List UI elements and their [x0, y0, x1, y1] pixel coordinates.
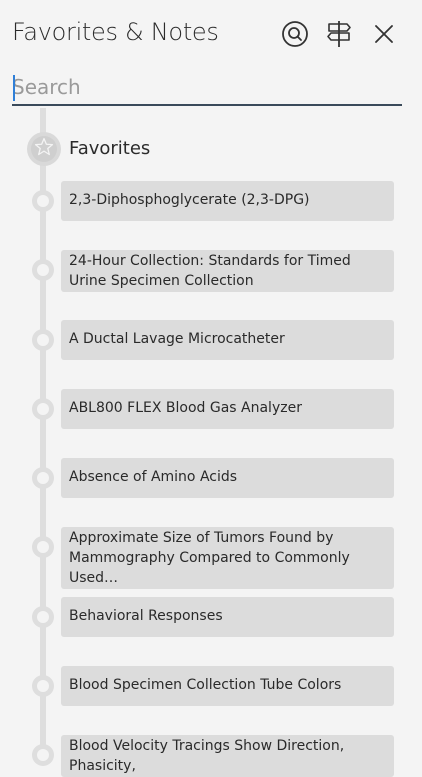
favorite-card[interactable]: Blood Velocity Tracings Show Direction, … [61, 735, 394, 777]
list-item[interactable]: 2,3-Diphosphoglycerate (2,3-DPG) [0, 181, 422, 223]
header: Favorites & Notes [0, 0, 422, 66]
favorite-card[interactable]: Approximate Size of Tumors Found by Mamm… [61, 527, 394, 589]
favorite-card[interactable]: 2,3-Diphosphoglycerate (2,3-DPG) [61, 181, 394, 221]
list-item[interactable]: Approximate Size of Tumors Found by Mamm… [0, 527, 422, 589]
list-item[interactable]: Blood Specimen Collection Tube Colors [0, 666, 422, 708]
favorite-card[interactable]: A Ductal Lavage Microcatheter [61, 320, 394, 360]
list-item[interactable]: Blood Velocity Tracings Show Direction, … [0, 735, 422, 777]
text-caret [13, 75, 15, 101]
favorite-label: Absence of Amino Acids [69, 469, 238, 485]
favorite-card[interactable]: 24-Hour Collection: Standards for Timed … [61, 250, 394, 292]
list-item[interactable]: Absence of Amino Acids [0, 458, 422, 500]
navigate-button[interactable] [322, 17, 356, 51]
search-button[interactable] [278, 17, 312, 51]
list-item[interactable]: A Ductal Lavage Microcatheter [0, 320, 422, 362]
timeline-dot [32, 398, 54, 420]
search-icon [281, 20, 309, 48]
timeline-dot [32, 744, 54, 766]
favorite-label: 2,3-Diphosphoglycerate (2,3-DPG) [69, 192, 310, 208]
list-item[interactable]: 24-Hour Collection: Standards for Timed … [0, 250, 422, 292]
star-icon [33, 136, 55, 162]
timeline-dot [32, 190, 54, 212]
signpost-icon [325, 19, 353, 49]
favorite-label: Behavioral Responses [69, 608, 223, 624]
timeline-dot [32, 536, 54, 558]
timeline-dot [32, 606, 54, 628]
list-item[interactable]: ABL800 FLEX Blood Gas Analyzer [0, 389, 422, 431]
favorite-label: ABL800 FLEX Blood Gas Analyzer [69, 400, 302, 416]
favorite-label: Blood Specimen Collection Tube Colors [69, 677, 342, 693]
search-input[interactable] [12, 72, 398, 102]
page-title: Favorites & Notes [12, 18, 219, 46]
favorite-card[interactable]: Behavioral Responses [61, 597, 394, 637]
favorite-card[interactable]: Absence of Amino Acids [61, 458, 394, 498]
timeline-dot [32, 329, 54, 351]
favorites-heading: Favorites [69, 138, 151, 159]
search-field[interactable] [12, 72, 402, 106]
favorite-label: Approximate Size of Tumors Found by Mamm… [69, 530, 350, 586]
timeline-dot [32, 675, 54, 697]
favorite-card[interactable]: ABL800 FLEX Blood Gas Analyzer [61, 389, 394, 429]
close-icon [373, 23, 395, 45]
favorite-label: Blood Velocity Tracings Show Direction, … [69, 738, 345, 774]
timeline-dot [32, 467, 54, 489]
timeline-dot [32, 259, 54, 281]
close-button[interactable] [367, 17, 401, 51]
favorite-label: 24-Hour Collection: Standards for Timed … [69, 253, 351, 289]
favorites-node [27, 132, 61, 166]
favorite-card[interactable]: Blood Specimen Collection Tube Colors [61, 666, 394, 706]
favorite-label: A Ductal Lavage Microcatheter [69, 331, 285, 347]
list-item[interactable]: Behavioral Responses [0, 597, 422, 639]
